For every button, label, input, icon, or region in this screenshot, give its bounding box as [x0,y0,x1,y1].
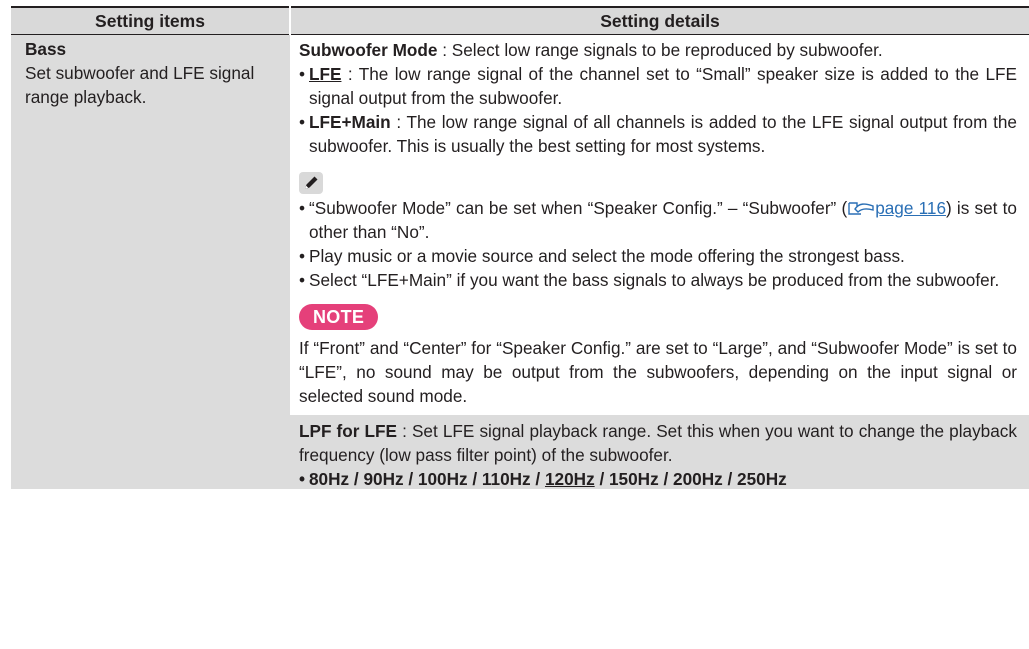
lpf-option-80hz: 80Hz [309,469,350,489]
list-item: • LFE : The low range signal of the chan… [299,64,1017,108]
setting-details-cell: Subwoofer Mode : Select low range signal… [290,34,1029,489]
subwoofer-mode-label: Subwoofer Mode [299,40,438,60]
item-title: Bass [25,39,67,59]
subwoofer-mode-intro: Subwoofer Mode : Select low range signal… [299,38,1017,62]
option-lfe-desc: : The low range signal of the channel se… [309,64,1017,108]
header-setting-details: Setting details [290,6,1029,35]
option-separator: / [467,469,482,489]
setting-item-cell: Bass Set subwoofer and LFE signal range … [11,34,290,489]
lpf-option-150hz: 150Hz [609,469,659,489]
page-reference-icon [847,198,875,215]
table-row: Bass Set subwoofer and LFE signal range … [11,34,1029,489]
lpf-label: LPF for LFE [299,421,398,441]
lpf-option-90hz: 90Hz [363,469,404,489]
settings-table: Setting items Setting details Bass Set s… [11,6,1029,489]
note-badge: NOTE [299,304,379,330]
option-separator: / [530,469,545,489]
note-text: If “Front” and “Center” for “Speaker Con… [299,338,1017,406]
list-item: • Play music or a movie source and selec… [299,244,1017,268]
list-item: • Select “LFE+Main” if you want the bass… [299,268,1017,292]
page-116-link[interactable]: page 116 [875,198,946,218]
lpf-desc: : Set LFE signal playback range. Set thi… [299,421,1017,465]
option-lfe-main-desc: : The low range signal of all channels i… [309,112,1017,156]
header-setting-items: Setting items [11,6,291,35]
option-lfe-main-name: LFE+Main [309,112,391,132]
subwoofer-mode-desc: : Select low range signals to be reprodu… [437,40,883,60]
note3-text: Select “LFE+Main” if you want the bass s… [309,270,1000,290]
lpf-intro: LPF for LFE : Set LFE signal playback ra… [299,419,1017,467]
option-separator: / [594,469,609,489]
option-separator: / [403,469,418,489]
lpf-option-200hz: 200Hz [673,469,723,489]
option-separator: / [658,469,674,489]
pencil-icon [299,172,323,194]
lpf-option-110hz: 110Hz [481,469,531,489]
note1-text: “Subwoofer Mode” can be set when “Speake… [309,198,848,218]
item-description: Set subwoofer and LFE signal range playb… [25,63,255,107]
manual-page: Setting items Setting details Bass Set s… [0,0,1029,649]
table-header-row: Setting items Setting details [11,6,1029,35]
subwoofer-mode-block: Subwoofer Mode : Select low range signal… [290,35,1029,414]
lpf-block: LPF for LFE : Set LFE signal playback ra… [290,414,1029,489]
lpf-options-list: 80Hz / 90Hz / 100Hz / 110Hz / 120Hz / 15… [309,467,1017,491]
list-item: • LFE+Main : The low range signal of all… [299,112,1017,156]
list-item: • “Subwoofer Mode” can be set when “Spea… [299,198,1017,242]
option-separator: / [349,469,364,489]
lpf-option-100hz: 100Hz [417,469,468,489]
option-separator: / [722,469,738,489]
note2-text: Play music or a movie source and select … [309,246,905,266]
lpf-option-250hz: 250Hz [737,469,787,489]
lpf-option-120hz: 120Hz [544,469,595,489]
option-lfe-name: LFE [309,64,342,84]
lpf-options: • 80Hz / 90Hz / 100Hz / 110Hz / 120Hz / … [299,467,1017,491]
